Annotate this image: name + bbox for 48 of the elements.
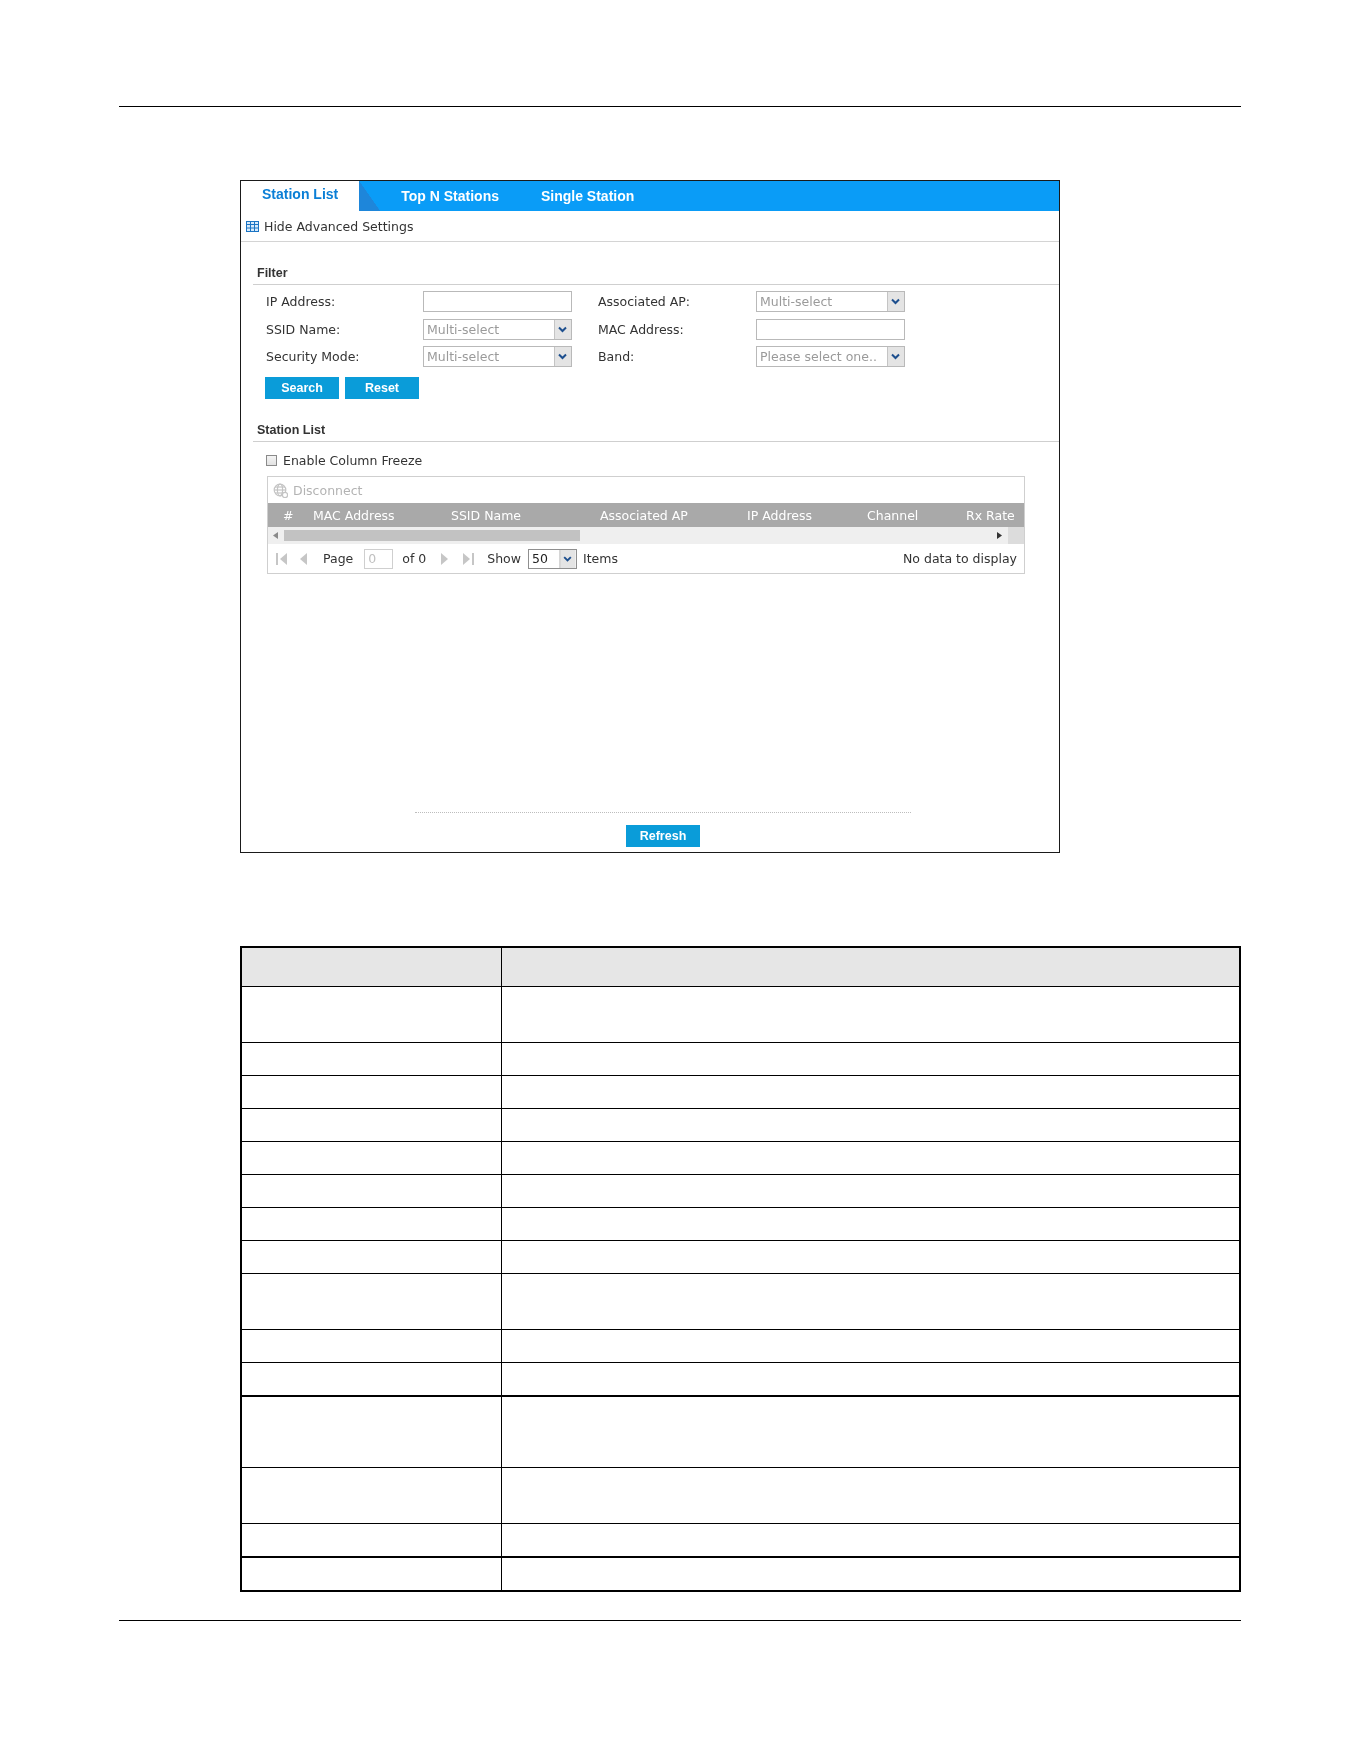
scrollbar-corner (1008, 527, 1024, 544)
checkbox[interactable] (266, 454, 277, 466)
section-heading: Station List (257, 423, 326, 437)
dropdown[interactable]: Please select one.. (756, 346, 905, 368)
globe-icon (273, 482, 288, 498)
field-label: IP Address: (266, 294, 337, 310)
caret-icon (887, 292, 904, 312)
column-header[interactable]: MAC Address (298, 507, 436, 523)
checkbox-label: Enable Column Freeze (283, 452, 423, 468)
field-label: SSID Name: (266, 321, 342, 337)
scroll-right-icon[interactable] (997, 532, 1002, 539)
empty-message: No data to display (903, 551, 1017, 566)
column-header[interactable]: SSID Name (436, 507, 585, 523)
tab[interactable]: Single Station (519, 181, 656, 211)
advanced-settings-toggle[interactable]: Hide Advanced Settings (246, 218, 414, 234)
search-button[interactable]: Search (265, 377, 339, 399)
pager-label: Items (583, 551, 618, 566)
reset-button[interactable]: Reset (345, 377, 419, 399)
text-field[interactable] (756, 318, 905, 340)
text-field[interactable] (423, 291, 572, 313)
column-header[interactable]: Channel (852, 507, 951, 523)
dropdown[interactable]: Multi-select (756, 291, 905, 313)
column-header[interactable]: IP Address (732, 507, 852, 523)
pager-label: Page (323, 551, 354, 566)
caret-icon (559, 549, 576, 568)
table-icon (246, 220, 259, 232)
column-header[interactable]: Associated AP (585, 507, 732, 523)
tab[interactable]: Station List (241, 181, 381, 211)
field-label: Security Mode: (266, 349, 361, 365)
caret-icon (554, 347, 571, 367)
tab[interactable]: Top N Stations (380, 181, 520, 211)
caret-icon (887, 347, 904, 367)
column-header[interactable]: Rx Rate (951, 507, 1024, 523)
caret-icon (554, 319, 571, 339)
dropdown[interactable]: Multi-select (423, 346, 572, 368)
field-label: Associated AP: (597, 294, 692, 310)
field-label: MAC Address: (597, 321, 685, 337)
page-count: of 0 (402, 551, 427, 566)
page-size-dropdown[interactable]: 50 (528, 548, 577, 569)
refresh-button[interactable]: Refresh (626, 825, 700, 847)
pager-label: Show (487, 551, 521, 566)
column-header[interactable]: # (268, 507, 298, 523)
field-label: Band: (597, 349, 636, 365)
scrollbar-thumb[interactable] (284, 530, 580, 541)
horizontal-scrollbar[interactable] (268, 527, 1008, 544)
section-heading: Filter (257, 266, 288, 280)
dropdown[interactable]: Multi-select (423, 318, 572, 340)
scroll-left-icon[interactable] (273, 532, 278, 539)
